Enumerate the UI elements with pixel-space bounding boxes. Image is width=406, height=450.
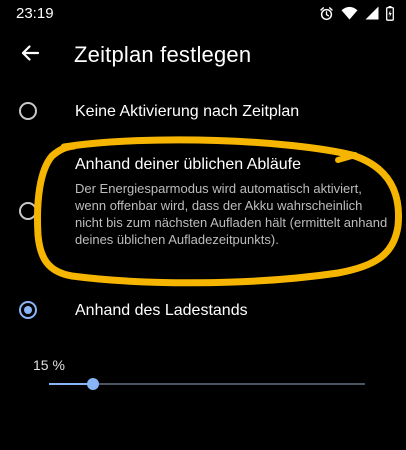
back-arrow-icon[interactable] [18, 41, 42, 65]
option-no-schedule[interactable]: Keine Aktivierung nach Zeitplan [0, 92, 406, 132]
slider-thumb[interactable] [87, 378, 99, 390]
battery-level-slider[interactable] [49, 376, 365, 392]
radio-no-schedule[interactable] [19, 102, 37, 120]
option-label: Anhand des Ladestands [75, 302, 248, 319]
alarm-icon [319, 6, 334, 21]
option-routine[interactable]: Anhand deiner üblichen Abläufe Der Energ… [0, 150, 406, 268]
radio-battery-level[interactable] [19, 301, 37, 319]
app-bar: Zeitplan festlegen [0, 34, 406, 74]
status-icons [319, 4, 394, 22]
battery-percent-label: 15 % [33, 357, 65, 373]
status-time: 23:19 [16, 5, 54, 22]
radio-routine[interactable] [19, 202, 37, 220]
option-label: Keine Aktivierung nach Zeitplan [75, 103, 300, 120]
signal-icon [365, 6, 379, 20]
page-title: Zeitplan festlegen [74, 42, 252, 67]
wifi-icon [341, 6, 358, 20]
option-description: Der Energiesparmodus wird automatisch ak… [75, 181, 388, 247]
option-label: Anhand deiner üblichen Abläufe [75, 156, 301, 173]
status-bar: 23:19 [0, 0, 406, 26]
battery-icon [386, 5, 394, 21]
option-battery-level[interactable]: Anhand des Ladestands [0, 292, 406, 332]
